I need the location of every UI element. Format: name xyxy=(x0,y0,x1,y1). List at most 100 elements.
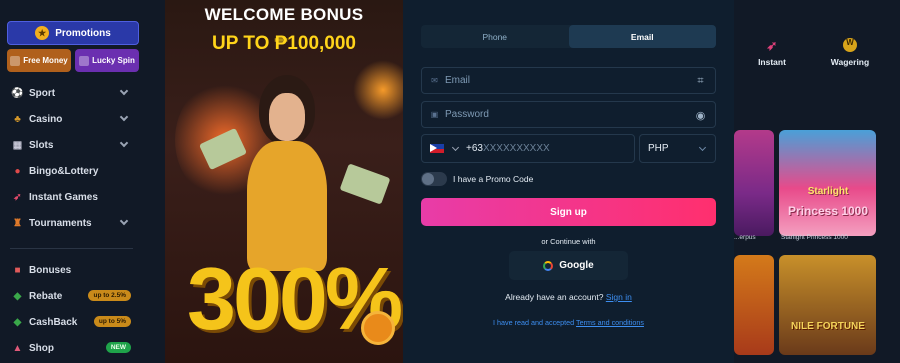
promotions-icon: ★ xyxy=(35,26,50,40)
shop-icon: ▲ xyxy=(12,342,23,354)
sidebar-item-bingo[interactable]: ● Bingo&Lottery xyxy=(0,158,165,184)
or-continue-text: or Continue with xyxy=(541,237,596,246)
model-face xyxy=(269,93,305,141)
promo-code-label: I have a Promo Code xyxy=(453,174,534,184)
game-title: ...erpus xyxy=(734,234,756,241)
sidebar-item-label: Instant Games xyxy=(29,191,98,203)
password-field[interactable]: ▣ Password ◉ xyxy=(421,101,716,128)
promo-code-toggle[interactable] xyxy=(421,172,447,186)
philippines-flag-icon xyxy=(430,144,444,153)
page-root: ★ Promotions Free Money Lucky Spin ⚽ Spo… xyxy=(0,0,900,363)
background-content: ➶ Instant W Wagering Starlight Princess … xyxy=(734,0,900,363)
new-badge: NEW xyxy=(105,342,131,353)
scan-icon[interactable]: ⌗ xyxy=(694,75,707,87)
game-thumbnail[interactable] xyxy=(734,130,774,236)
free-money-label: Free Money xyxy=(23,56,68,65)
nav-label: Instant xyxy=(758,57,786,67)
sidebar-item-label: Casino xyxy=(29,113,63,125)
lucky-spin-label: Lucky Spin xyxy=(92,56,135,65)
coin-icon xyxy=(361,311,395,345)
sidebar-item-label: Shop xyxy=(29,342,54,354)
sidebar: ★ Promotions Free Money Lucky Spin ⚽ Spo… xyxy=(0,0,165,363)
sidebar-item-label: Bingo&Lottery xyxy=(29,165,99,177)
sidebar-item-tournaments[interactable]: ♜ Tournaments xyxy=(0,210,165,236)
banner-title: WELCOME BONUS xyxy=(204,5,364,24)
wagering-icon: W xyxy=(843,38,857,52)
sidebar-item-label: Sport xyxy=(29,87,56,99)
currency-select[interactable]: PHP xyxy=(639,134,716,163)
signin-link[interactable]: Sign in xyxy=(606,292,632,302)
email-field[interactable]: ✉ Email ⌗ xyxy=(421,67,716,94)
sidebar-item-rebate[interactable]: ◆ Rebate up to 2.5% xyxy=(0,283,165,309)
promotions-label: Promotions xyxy=(55,27,111,39)
sidebar-item-label: CashBack xyxy=(29,316,78,328)
password-placeholder: Password xyxy=(445,109,489,120)
signup-button[interactable]: Sign up xyxy=(421,198,716,226)
banner-glow xyxy=(353,60,403,120)
chevron-down-icon xyxy=(119,112,129,122)
signup-modal: Phone Email ✉ Email ⌗ ▣ Password ◉ +63 X… xyxy=(403,0,734,363)
game-logo: NILE FORTUNE xyxy=(791,321,865,332)
bingo-icon: ● xyxy=(14,165,21,177)
rocket-icon: ➶ xyxy=(766,38,778,53)
sidebar-item-casino[interactable]: ♣ Casino xyxy=(0,106,165,132)
chevron-down-icon xyxy=(119,138,129,148)
game-thumbnail-starlight-princess[interactable]: Starlight Princess 1000 xyxy=(779,130,876,236)
already-label: Already have an account? xyxy=(505,292,604,302)
rebate-badge: up to 2.5% xyxy=(88,290,131,301)
lucky-spin-icon xyxy=(79,55,90,66)
banner-subtitle: UP TO ₱100,000 xyxy=(211,33,356,54)
free-money-icon xyxy=(10,55,21,66)
currency-value: PHP xyxy=(648,143,669,154)
sidebar-item-sport[interactable]: ⚽ Sport xyxy=(0,80,165,106)
terms-link[interactable]: Terms and conditions xyxy=(576,318,644,327)
terms-prefix: I have read and accepted xyxy=(493,318,575,327)
email-icon: ✉ xyxy=(431,76,438,85)
sidebar-item-label: Bonuses xyxy=(29,264,72,276)
sidebar-nav: ⚽ Sport ♣ Casino ▦ Slots ● Bingo&Lottery… xyxy=(0,80,165,361)
nav-wagering[interactable]: W Wagering xyxy=(820,38,880,67)
cashback-icon: ◆ xyxy=(13,316,22,328)
cashback-badge: up to 5% xyxy=(93,316,131,327)
free-money-button[interactable]: Free Money xyxy=(7,49,71,72)
eye-icon[interactable]: ◉ xyxy=(694,109,707,122)
gift-icon: ■ xyxy=(14,264,21,276)
phone-field[interactable]: +63 XXXXXXXXXX xyxy=(421,134,635,163)
game-logo: Starlight xyxy=(807,186,849,197)
cash-image xyxy=(339,163,391,205)
sidebar-item-slots[interactable]: ▦ Slots xyxy=(0,132,165,158)
casino-icon: ♣ xyxy=(14,113,21,125)
google-button[interactable]: Google xyxy=(509,251,628,280)
sidebar-item-bonuses[interactable]: ■ Bonuses xyxy=(0,257,165,283)
chevron-down-icon xyxy=(698,143,707,152)
signup-tabs: Phone Email xyxy=(421,25,716,48)
rocket-icon: ➶ xyxy=(13,191,22,203)
sidebar-item-shop[interactable]: ▲ Shop NEW xyxy=(0,335,165,361)
quick-actions: Free Money Lucky Spin xyxy=(7,49,139,72)
lock-icon: ▣ xyxy=(430,110,439,119)
email-placeholder: Email xyxy=(445,75,471,86)
nav-instant[interactable]: ➶ Instant xyxy=(742,38,802,67)
chevron-down-icon xyxy=(119,86,129,96)
google-icon xyxy=(543,260,554,271)
phone-code: +63 xyxy=(466,143,483,154)
google-label: Google xyxy=(559,260,594,271)
already-account-text: Already have an account? Sign in xyxy=(403,292,734,302)
trophy-icon: ♜ xyxy=(13,217,22,229)
chevron-down-icon[interactable] xyxy=(451,143,460,151)
game-thumbnail[interactable] xyxy=(734,255,774,355)
tab-email[interactable]: Email xyxy=(568,25,716,48)
tab-phone[interactable]: Phone xyxy=(421,25,569,48)
lucky-spin-button[interactable]: Lucky Spin xyxy=(75,49,139,72)
game-title: Starlight Princess 1000 xyxy=(781,234,848,241)
sidebar-item-cashback[interactable]: ◆ CashBack up to 5% xyxy=(0,309,165,335)
game-thumbnail-nile-fortune[interactable]: NILE FORTUNE xyxy=(779,255,876,355)
sport-icon: ⚽ xyxy=(11,87,24,99)
sidebar-item-instant-games[interactable]: ➶ Instant Games xyxy=(0,184,165,210)
promotions-button[interactable]: ★ Promotions xyxy=(7,21,139,45)
rebate-icon: ◆ xyxy=(13,290,22,302)
phone-placeholder: XXXXXXXXXX xyxy=(482,143,550,154)
promo-code-toggle-row: I have a Promo Code xyxy=(421,172,533,186)
nav-label: Wagering xyxy=(830,57,870,67)
terms-text: I have read and accepted Terms and condi… xyxy=(403,318,734,327)
